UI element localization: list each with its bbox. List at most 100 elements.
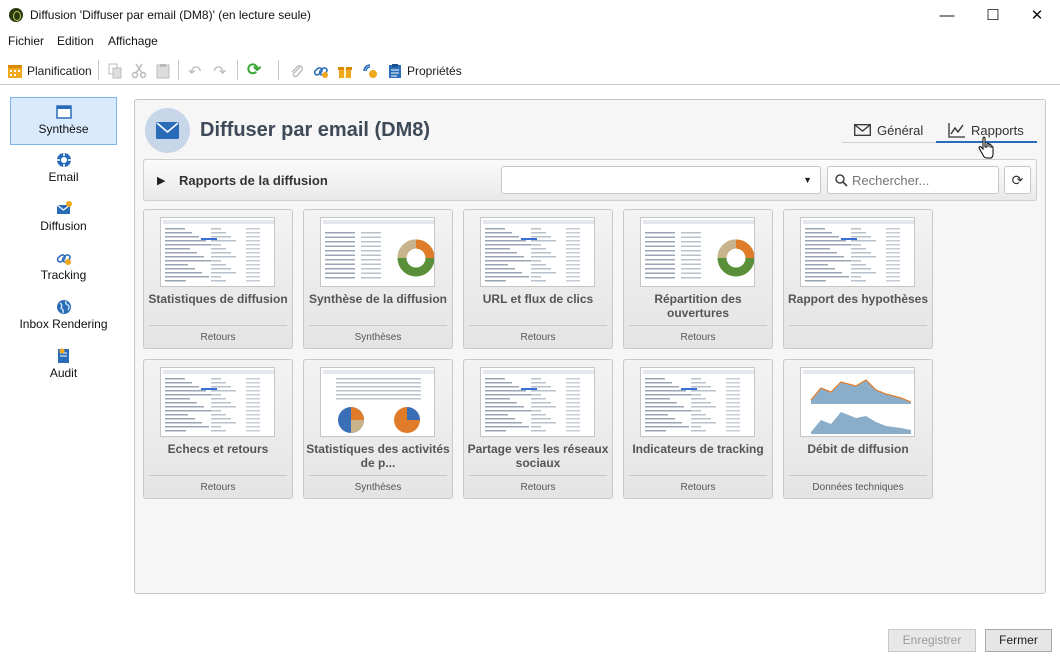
attachment-icon[interactable] <box>289 63 305 79</box>
hand-cursor-icon <box>978 136 994 159</box>
sidebar-item-tracking[interactable]: Tracking <box>10 244 117 292</box>
reports-section-bar: ▶ Rapports de la diffusion ▼ ⟳ <box>143 159 1037 201</box>
minimize-button[interactable]: — <box>924 0 970 31</box>
sidebar-item-email[interactable]: Email <box>10 146 117 194</box>
link-icon[interactable] <box>313 63 329 79</box>
report-title: Synthèse de la diffusion <box>308 292 448 306</box>
card-divider <box>469 325 607 326</box>
report-card[interactable]: Débit de diffusion Données techniques <box>783 359 933 499</box>
report-thumbnail <box>800 217 915 287</box>
sidebar-item-audit[interactable]: Audit <box>10 342 117 390</box>
window-title: Diffusion 'Diffuser par email (DM8)' (en… <box>30 8 311 22</box>
report-title: Statistiques de diffusion <box>148 292 288 306</box>
redo-icon[interactable]: ↷ <box>213 62 226 82</box>
search-icon <box>835 174 848 187</box>
page-title: Diffuser par email (DM8) <box>200 119 431 141</box>
report-category: Retours <box>520 482 556 493</box>
report-title: Indicateurs de tracking <box>632 442 764 456</box>
menu-fichier[interactable]: Fichier <box>8 34 44 48</box>
card-divider <box>789 475 927 476</box>
report-card[interactable]: Rapport des hypothèses <box>783 209 933 349</box>
report-category: Retours <box>200 332 236 343</box>
sidebar-item-synthese[interactable]: Synthèse <box>10 97 117 145</box>
report-filter-select[interactable]: ▼ <box>501 166 821 194</box>
card-divider <box>469 475 607 476</box>
report-card[interactable]: Statistiques de diffusion Retours <box>143 209 293 349</box>
card-divider <box>629 325 767 326</box>
report-title: Répartition des ouvertures <box>654 292 742 320</box>
report-category: Retours <box>520 332 556 343</box>
report-thumbnail <box>640 217 755 287</box>
report-card[interactable]: Statistiques des activités de p... Synthè… <box>303 359 453 499</box>
planification-button[interactable]: Planification <box>7 61 92 81</box>
report-card[interactable]: URL et flux de clics Retours <box>463 209 613 349</box>
properties-button[interactable]: Propriétés <box>387 61 462 81</box>
search-box[interactable] <box>827 166 999 194</box>
chart-line-icon <box>948 122 965 138</box>
refresh-icon[interactable]: ⟳ <box>247 60 261 80</box>
satellite-icon[interactable] <box>362 63 378 79</box>
tab-general[interactable]: Général <box>854 119 923 141</box>
report-category: Retours <box>200 482 236 493</box>
sidebar-item-label: Audit <box>49 366 78 380</box>
report-card[interactable]: Synthèse de la diffusion Synthèses <box>303 209 453 349</box>
undo-icon[interactable]: ↶ <box>188 62 201 82</box>
card-divider <box>309 325 447 326</box>
report-thumbnail <box>160 367 275 437</box>
report-title: Statistiques des activités de p... <box>306 442 450 470</box>
envelope-icon <box>854 124 871 136</box>
globe-icon <box>56 300 71 314</box>
sidebar-item-diffusion[interactable]: Diffusion <box>10 195 117 243</box>
report-category: Retours <box>680 332 716 343</box>
report-thumbnail <box>800 367 915 437</box>
report-thumbnail <box>640 367 755 437</box>
report-thumbnail <box>320 367 435 437</box>
sidebar-item-inbox-rendering[interactable]: Inbox Rendering <box>10 293 117 341</box>
report-card[interactable]: Répartition des ouvertures Retours <box>623 209 773 349</box>
envelope-icon <box>156 122 179 139</box>
search-input[interactable] <box>852 172 992 188</box>
paste-icon[interactable] <box>155 63 171 79</box>
report-title: Partage vers les réseaux sociaux <box>467 442 609 470</box>
properties-label: Propriétés <box>407 64 462 78</box>
close-button[interactable]: Fermer <box>985 629 1052 652</box>
report-card[interactable]: Echecs et retours Retours <box>143 359 293 499</box>
audit-icon <box>57 348 69 363</box>
clipboard-icon <box>389 64 401 78</box>
card-divider <box>309 475 447 476</box>
header-avatar <box>145 108 190 153</box>
planification-label: Planification <box>27 64 92 78</box>
sidebar-item-label: Tracking <box>40 268 87 282</box>
report-card[interactable]: Indicateurs de tracking Retours <box>623 359 773 499</box>
report-category: Retours <box>680 482 716 493</box>
menu-affichage[interactable]: Affichage <box>108 34 158 48</box>
sidebar: Synthèse Email Diffusion Tracking Inbox … <box>0 89 126 660</box>
main-panel: Diffuser par email (DM8) Général Rapport… <box>134 99 1046 594</box>
report-thumbnail <box>160 217 275 287</box>
card-divider <box>789 325 927 326</box>
cut-icon[interactable] <box>131 63 147 79</box>
expand-triangle-icon[interactable]: ▶ <box>157 174 165 187</box>
tracking-icon <box>56 254 71 265</box>
card-divider <box>629 475 767 476</box>
sidebar-item-label: Diffusion <box>40 219 87 233</box>
copy-icon[interactable] <box>107 63 123 79</box>
refresh-reports-button[interactable]: ⟳ <box>1004 166 1031 194</box>
gift-icon[interactable] <box>337 63 353 79</box>
report-thumbnail <box>480 217 595 287</box>
chevron-down-icon: ▼ <box>803 175 812 185</box>
report-thumbnail <box>320 217 435 287</box>
close-window-button[interactable]: ✕ <box>1014 0 1060 31</box>
report-category: Synthèses <box>354 482 402 493</box>
calendar-icon <box>8 65 22 78</box>
menu-edition[interactable]: Edition <box>57 34 94 48</box>
tab-general-label: Général <box>877 122 924 138</box>
diffusion-icon <box>56 201 72 214</box>
card-divider <box>149 475 287 476</box>
refresh-icon: ⟳ <box>1011 172 1024 188</box>
maximize-button[interactable]: ☐ <box>970 0 1016 31</box>
report-card[interactable]: Partage vers les réseaux sociaux Retours <box>463 359 613 499</box>
save-button[interactable]: Enregistrer <box>888 629 976 652</box>
report-title: Rapport des hypothèses <box>787 292 929 306</box>
toolbar: Planification ↶ ↷ ⟳ Propriétés <box>0 57 1060 85</box>
